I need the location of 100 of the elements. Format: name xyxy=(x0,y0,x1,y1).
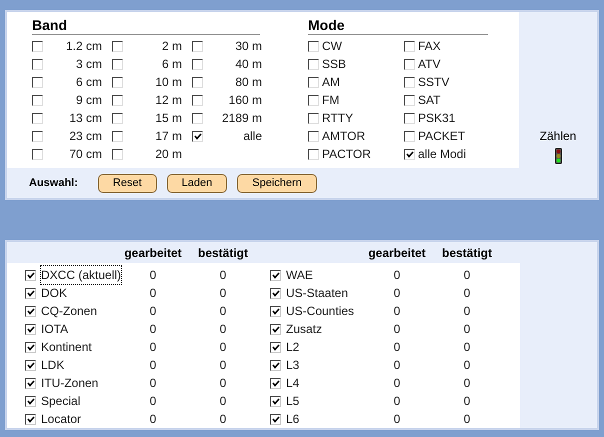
checkbox[interactable] xyxy=(192,94,203,106)
checkbox[interactable] xyxy=(32,130,43,142)
checkbox[interactable] xyxy=(270,378,281,388)
checkbox[interactable] xyxy=(308,58,319,70)
table-cell-text: 0 xyxy=(218,267,228,284)
category-label: WAE xyxy=(286,267,313,284)
option-label: RTTY xyxy=(322,110,354,127)
checkmark-icon xyxy=(26,344,34,350)
category-label: Locator xyxy=(41,411,82,428)
checkbox[interactable] xyxy=(25,342,36,352)
checkbox[interactable] xyxy=(404,112,415,124)
option-label: 2 m xyxy=(160,38,182,55)
checkbox[interactable] xyxy=(192,130,203,142)
checkbox[interactable] xyxy=(404,40,415,52)
checkbox[interactable] xyxy=(192,58,203,70)
checkbox[interactable] xyxy=(32,58,43,70)
option-label: 3 cm xyxy=(74,56,102,73)
option-label: 23 cm xyxy=(68,128,102,145)
checkbox[interactable] xyxy=(308,94,319,106)
checkbox[interactable] xyxy=(25,378,36,388)
table-cell-text: 0 xyxy=(218,375,228,392)
checkbox[interactable] xyxy=(404,76,415,88)
column-header: gearbeitet xyxy=(367,244,427,262)
category-label: L6 xyxy=(286,411,300,428)
table-cell-text: 0 xyxy=(462,321,472,338)
checkbox[interactable] xyxy=(32,76,43,88)
option-label: CW xyxy=(322,38,343,55)
checkbox[interactable] xyxy=(192,40,203,52)
checkbox[interactable] xyxy=(112,40,123,52)
option-label: 13 cm xyxy=(68,110,102,127)
checkbox[interactable] xyxy=(112,94,123,106)
checkbox[interactable] xyxy=(270,360,281,370)
column-header: bestätigt xyxy=(440,244,493,262)
checkbox[interactable] xyxy=(308,76,319,88)
option-label: ATV xyxy=(418,56,442,73)
checkbox[interactable] xyxy=(404,94,415,106)
table-cell-text: 0 xyxy=(392,303,402,320)
checkbox[interactable] xyxy=(270,396,281,406)
checkmark-icon xyxy=(272,380,280,386)
checkbox[interactable] xyxy=(192,76,203,88)
checkbox[interactable] xyxy=(25,270,36,280)
checkbox[interactable] xyxy=(25,324,36,334)
option-label: 6 m xyxy=(160,56,182,73)
section-heading: Band xyxy=(32,17,260,35)
option-label: SAT xyxy=(418,92,442,109)
table-cell-text: 0 xyxy=(148,339,158,356)
option-label: 6 cm xyxy=(74,74,102,91)
option-label: 160 m xyxy=(228,92,262,109)
checkmark-icon xyxy=(272,326,280,332)
table-cell-text: 0 xyxy=(218,339,228,356)
option-label: 2189 m xyxy=(220,110,262,127)
checkbox[interactable] xyxy=(112,148,123,160)
option-label: AMTOR xyxy=(322,128,366,145)
checkbox[interactable] xyxy=(32,94,43,106)
traffic-light-icon[interactable] xyxy=(554,148,562,164)
checkbox[interactable] xyxy=(25,396,36,406)
checkbox[interactable] xyxy=(270,324,281,334)
checkbox[interactable] xyxy=(112,58,123,70)
action-button[interactable]: Reset xyxy=(98,174,157,192)
category-label: LDK xyxy=(41,357,64,374)
checkmark-icon xyxy=(194,132,202,140)
checkbox[interactable] xyxy=(112,112,123,124)
checkbox[interactable] xyxy=(404,130,415,142)
checkbox[interactable] xyxy=(270,288,281,298)
checkbox[interactable] xyxy=(270,342,281,352)
column-header: bestätigt xyxy=(196,244,249,262)
checkbox[interactable] xyxy=(270,414,281,424)
table-cell-text: 0 xyxy=(462,393,472,410)
checkbox[interactable] xyxy=(404,148,415,160)
checkbox[interactable] xyxy=(32,40,43,52)
category-label: Zusatz xyxy=(286,321,322,338)
checkbox[interactable] xyxy=(270,270,281,280)
checkbox[interactable] xyxy=(308,130,319,142)
option-label: 12 m xyxy=(154,92,182,109)
action-button[interactable]: Speichern xyxy=(237,174,317,192)
checkbox[interactable] xyxy=(404,58,415,70)
table-cell-text: 0 xyxy=(218,393,228,410)
table-cell-text: 0 xyxy=(462,303,472,320)
checkbox[interactable] xyxy=(112,76,123,88)
checkbox[interactable] xyxy=(308,40,319,52)
checkmark-icon xyxy=(272,344,280,350)
checkbox[interactable] xyxy=(25,288,36,298)
table-cell-text: 0 xyxy=(462,357,472,374)
checkmark-icon xyxy=(26,308,34,314)
checkmark-icon xyxy=(26,362,34,368)
checkbox[interactable] xyxy=(270,306,281,316)
checkbox[interactable] xyxy=(308,112,319,124)
table-cell-text: 0 xyxy=(392,321,402,338)
checkbox[interactable] xyxy=(192,112,203,124)
table-cell-text: 0 xyxy=(148,303,158,320)
category-label: L4 xyxy=(286,375,300,392)
checkbox[interactable] xyxy=(308,148,319,160)
checkbox[interactable] xyxy=(32,148,43,160)
checkbox[interactable] xyxy=(25,414,36,424)
checkbox[interactable] xyxy=(32,112,43,124)
checkbox[interactable] xyxy=(112,130,123,142)
checkbox[interactable] xyxy=(25,360,36,370)
checkmark-icon xyxy=(26,290,34,296)
checkbox[interactable] xyxy=(25,306,36,316)
action-button[interactable]: Laden xyxy=(166,174,228,192)
